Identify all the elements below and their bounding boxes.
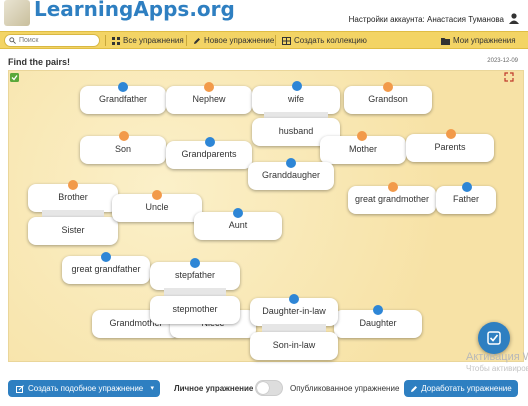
create-similar-label: Создать подобное упражнение xyxy=(28,384,144,393)
pin-blue xyxy=(373,305,383,315)
nav-bar: Поиск Все упражнения Новое упражнение Со… xyxy=(0,31,528,49)
check-answer-button[interactable] xyxy=(478,322,510,354)
check-icon xyxy=(487,331,501,345)
edit-icon xyxy=(16,384,24,393)
nav-new-exercise[interactable]: Новое упражнение xyxy=(193,36,274,45)
grid-icon xyxy=(112,36,120,45)
pin-blue xyxy=(118,82,128,92)
pin-orange xyxy=(119,131,129,141)
logo-icon[interactable] xyxy=(4,0,30,26)
fullscreen-icon[interactable] xyxy=(504,72,514,82)
pin-blue xyxy=(101,252,111,262)
pin-blue xyxy=(233,208,243,218)
folder-icon xyxy=(441,37,450,45)
nav-divider xyxy=(275,35,276,46)
collection-icon xyxy=(282,36,291,45)
toggle-knob xyxy=(257,382,269,394)
nav-my-exercises-label: Мои упражнения xyxy=(453,36,516,45)
nav-all-exercises-label: Все упражнения xyxy=(123,36,184,45)
pin-blue xyxy=(289,294,299,304)
finish-exercise-label: Доработать упражнение xyxy=(421,384,512,393)
pair-connector xyxy=(262,324,326,332)
private-label: Личное упражнение xyxy=(174,384,254,393)
pin-blue xyxy=(286,158,296,168)
pin-orange xyxy=(388,182,398,192)
nav-create-collection-label: Создать коллекцию xyxy=(294,36,367,45)
exercise-title: Find the pairs! xyxy=(8,57,71,67)
nav-create-collection[interactable]: Создать коллекцию xyxy=(282,36,367,45)
nav-new-exercise-label: Новое упражнение xyxy=(204,36,275,45)
pin-blue xyxy=(190,258,200,268)
pencil-icon xyxy=(194,37,200,44)
activation-watermark-sub: Чтобы активиров xyxy=(466,364,528,373)
nav-divider xyxy=(105,35,106,46)
create-similar-button[interactable]: Создать подобное упражнение ▾ xyxy=(8,380,160,397)
nav-all-exercises[interactable]: Все упражнения xyxy=(112,36,184,45)
card-stepmother[interactable]: stepmother xyxy=(150,296,240,324)
pin-orange xyxy=(204,82,214,92)
finish-exercise-button[interactable]: Доработать упражнение xyxy=(404,380,518,397)
search-input[interactable]: Поиск xyxy=(4,34,100,47)
pin-orange xyxy=(68,180,78,190)
search-icon xyxy=(9,37,16,44)
nav-my-exercises[interactable]: Мои упражнения xyxy=(441,36,516,45)
publish-toggle[interactable] xyxy=(255,380,283,396)
nav-divider xyxy=(186,35,187,46)
card-son-in-law[interactable]: Son-in-law xyxy=(250,332,338,360)
chevron-down-icon[interactable]: ▾ xyxy=(150,384,154,392)
pin-orange xyxy=(446,129,456,139)
header: LearningApps.org Настройки аккаунта: Ана… xyxy=(0,0,528,30)
pin-blue xyxy=(462,182,472,192)
pin-orange xyxy=(383,82,393,92)
pin-blue xyxy=(292,81,302,91)
account-settings-link[interactable]: Настройки аккаунта: Анастасия Туманова xyxy=(349,15,504,24)
activation-watermark: Активация W xyxy=(466,351,528,363)
pin-orange xyxy=(357,131,367,141)
pin-orange xyxy=(152,190,162,200)
app-icon[interactable] xyxy=(10,73,19,82)
pin-blue xyxy=(205,137,215,147)
user-icon[interactable] xyxy=(508,12,520,24)
card-sister[interactable]: Sister xyxy=(28,217,118,245)
pencil-icon xyxy=(411,385,418,392)
exercise-date: 2023-12-09 xyxy=(487,58,518,64)
published-label: Опубликованное упражнение xyxy=(290,384,400,393)
logo[interactable]: LearningApps.org xyxy=(34,0,235,21)
pair-connector xyxy=(164,288,226,296)
